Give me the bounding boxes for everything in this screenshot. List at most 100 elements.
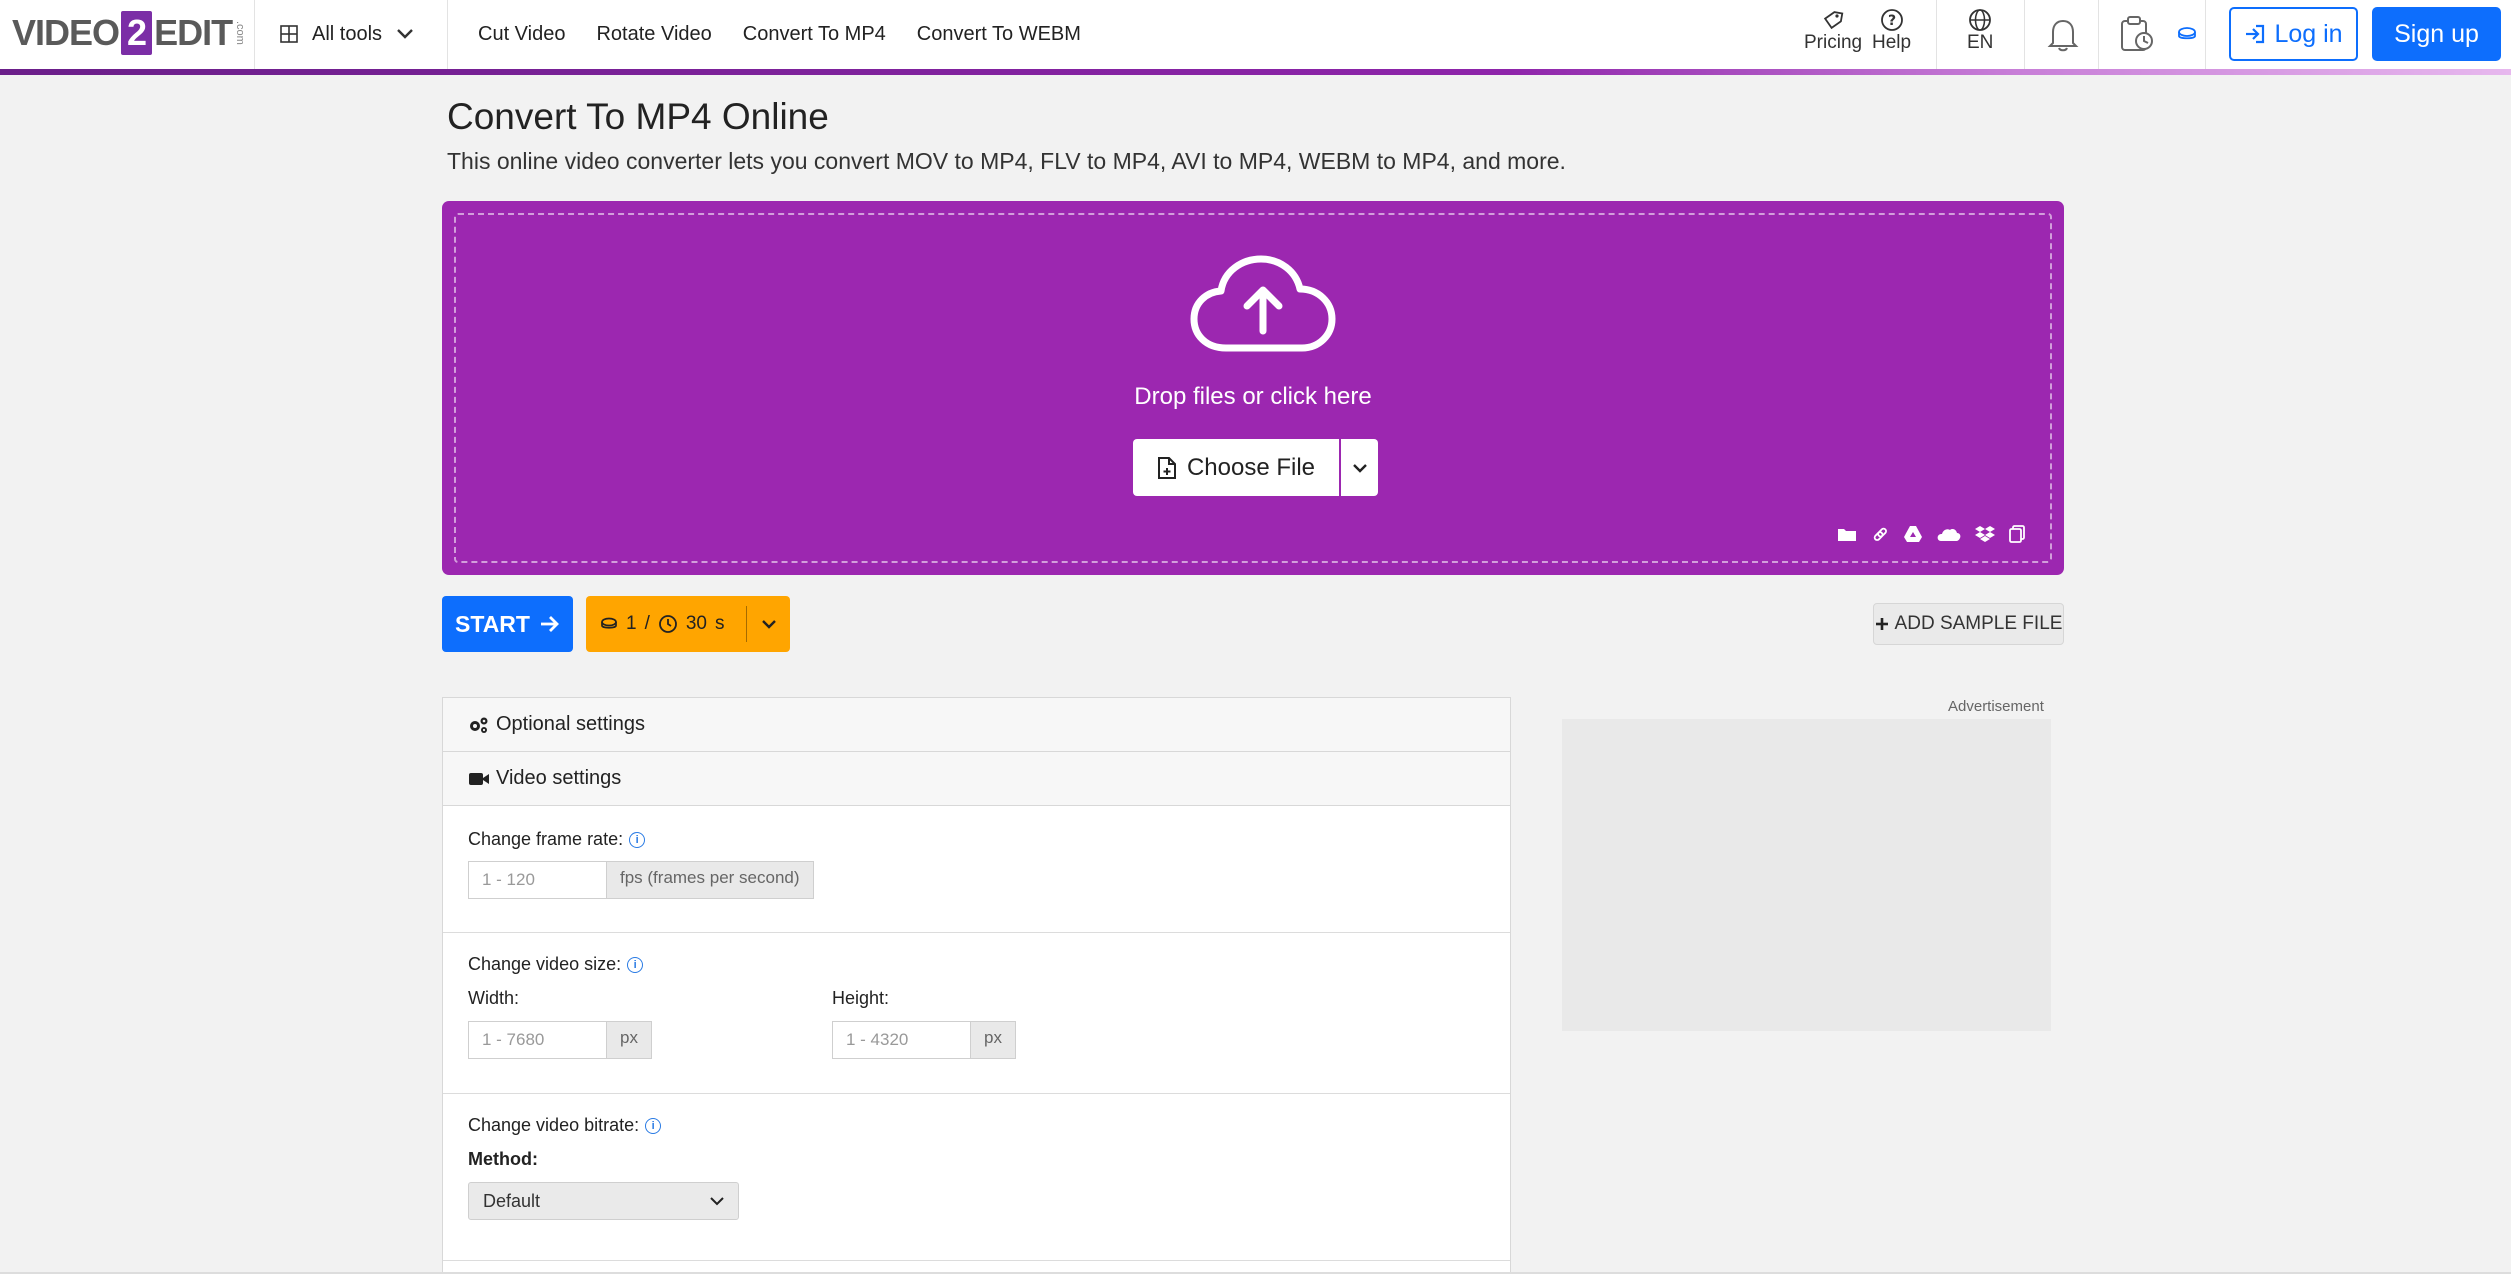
signup-label: Sign up — [2394, 19, 2479, 48]
folder-icon[interactable] — [1837, 526, 1857, 542]
pricing-link[interactable]: Pricing — [1804, 8, 1862, 54]
height-unit: px — [970, 1021, 1016, 1059]
height-group: 1 - 4320 px — [832, 1021, 1016, 1059]
login-label: Log in — [2274, 19, 2343, 48]
nav-link-convert-to-mp4[interactable]: Convert To MP4 — [743, 23, 886, 46]
nav-link-cut-video[interactable]: Cut Video — [478, 23, 565, 46]
language-selector[interactable]: EN — [1967, 8, 1993, 54]
settings-panel: Optional settings Video settings Change … — [442, 697, 1511, 1274]
quick-links: Cut Video Rotate Video Convert To MP4 Co… — [478, 16, 1081, 52]
logo-text-edit: EDIT — [154, 12, 233, 53]
bitrate-label: Change video bitrate: — [468, 1115, 640, 1135]
frame-rate-label: Change frame rate: — [468, 829, 624, 849]
header-accent-bar — [0, 69, 2511, 75]
nav-divider — [447, 0, 448, 69]
login-button[interactable]: Log in — [2229, 7, 2358, 61]
bitrate-method-select[interactable]: Default — [468, 1182, 739, 1220]
nav-link-rotate-video[interactable]: Rotate Video — [596, 23, 711, 46]
signup-button[interactable]: Sign up — [2372, 7, 2501, 61]
video-settings-title: Video settings — [496, 767, 622, 789]
all-tools-dropdown[interactable]: All tools — [280, 16, 414, 52]
start-label: START — [455, 610, 530, 637]
coin-stack-icon — [601, 617, 617, 629]
credits-info: 1 / 30 s — [586, 596, 746, 652]
credits-time: 30 — [685, 613, 707, 634]
width-unit: px — [606, 1021, 652, 1059]
credits-dropdown[interactable] — [747, 619, 790, 629]
video-camera-icon — [469, 772, 489, 785]
all-tools-label: All tools — [312, 22, 383, 45]
logo-text-video: VIDEO — [12, 12, 120, 53]
add-sample-file-button[interactable]: ADD SAMPLE FILE — [1873, 603, 2064, 645]
frame-rate-input[interactable]: 1 - 120 — [468, 861, 606, 899]
notifications-button[interactable] — [2043, 14, 2083, 54]
credits-count: 1 — [626, 613, 637, 634]
bitrate-method-value: Default — [483, 1190, 541, 1211]
google-drive-icon[interactable] — [1903, 525, 1923, 543]
clipboard-paste-icon[interactable] — [2009, 525, 2025, 543]
advertisement-slot[interactable] — [1562, 719, 2051, 1031]
bitrate-label-row: Change video bitrate: i — [468, 1115, 662, 1136]
video-settings-header[interactable]: Video settings — [443, 752, 1510, 806]
sign-in-icon — [2246, 24, 2265, 44]
page-subtitle: This online video converter lets you con… — [447, 148, 1566, 174]
frame-rate-unit: fps (frames per second) — [606, 861, 814, 899]
gears-icon — [470, 717, 488, 733]
nav-divider — [2205, 0, 2206, 69]
bell-icon — [2047, 19, 2079, 52]
arrow-right-icon — [540, 616, 559, 632]
optional-settings-header[interactable]: Optional settings — [443, 698, 1510, 752]
credits-separator: / — [644, 613, 650, 634]
history-button[interactable] — [2117, 14, 2157, 54]
page-title: Convert To MP4 Online — [447, 96, 829, 137]
add-sample-label: ADD SAMPLE FILE — [1894, 613, 2063, 634]
height-input[interactable]: 1 - 4320 — [832, 1021, 970, 1059]
chevron-down-icon — [397, 29, 413, 39]
link-icon[interactable] — [1871, 525, 1889, 543]
nav-link-convert-to-webm[interactable]: Convert To WEBM — [917, 23, 1081, 46]
logo-text-2: 2 — [121, 11, 153, 55]
optional-settings-title: Optional settings — [496, 713, 645, 735]
info-icon[interactable]: i — [629, 831, 646, 848]
grid-icon — [280, 25, 298, 43]
onedrive-icon[interactable] — [1937, 526, 1961, 542]
width-input[interactable]: 1 - 7680 — [468, 1021, 606, 1059]
credits-coin-button[interactable] — [2167, 14, 2207, 54]
site-logo[interactable]: VIDEO 2 EDIT .com — [12, 9, 246, 57]
drop-files-text: Drop files or click here — [1134, 383, 1372, 410]
globe-icon — [1969, 9, 1992, 31]
chevron-down-icon — [1352, 463, 1367, 473]
clock-icon — [658, 615, 677, 633]
dropzone-dashed-border: Drop files or click here Choose File — [454, 213, 2052, 563]
start-button[interactable]: START — [442, 596, 573, 652]
info-icon[interactable]: i — [645, 1117, 662, 1134]
svg-text:?: ? — [1887, 13, 1895, 29]
info-icon[interactable]: i — [627, 956, 644, 973]
question-circle-icon: ? — [1880, 9, 1903, 31]
upload-dropzone[interactable]: Drop files or click here Choose File — [442, 201, 2064, 575]
help-label: Help — [1872, 32, 1912, 53]
credits-cost-button[interactable]: 1 / 30 s — [586, 596, 790, 652]
file-plus-icon — [1157, 456, 1176, 479]
top-navbar: VIDEO 2 EDIT .com All tools Cut Video Ro… — [0, 0, 2511, 72]
chevron-down-icon — [761, 620, 776, 629]
nav-divider — [254, 0, 255, 69]
height-label: Height: — [832, 988, 890, 1008]
frame-rate-section: Change frame rate: i 1 - 120 fps (frames… — [443, 806, 1510, 933]
width-label: Width: — [468, 988, 520, 1008]
cloud-upload-icon — [1190, 255, 1336, 352]
nav-divider — [2024, 0, 2025, 69]
help-link[interactable]: ? Help — [1872, 8, 1911, 54]
logo-text-com: .com — [234, 21, 247, 45]
choose-file-dropdown[interactable] — [1341, 439, 1378, 496]
credits-unit: s — [715, 613, 725, 634]
frame-rate-label-row: Change frame rate: i — [468, 829, 646, 850]
choose-file-button[interactable]: Choose File — [1133, 439, 1339, 496]
coin-stack-icon — [2178, 27, 2196, 40]
nav-divider — [2098, 0, 2099, 69]
advertisement-label: Advertisement — [1948, 698, 2044, 715]
bitrate-section: Change video bitrate: i Method: Default — [443, 1094, 1510, 1261]
video-size-label-row: Change video size: i — [468, 954, 644, 975]
method-label: Method: — [468, 1149, 538, 1169]
dropbox-icon[interactable] — [1975, 525, 1995, 543]
